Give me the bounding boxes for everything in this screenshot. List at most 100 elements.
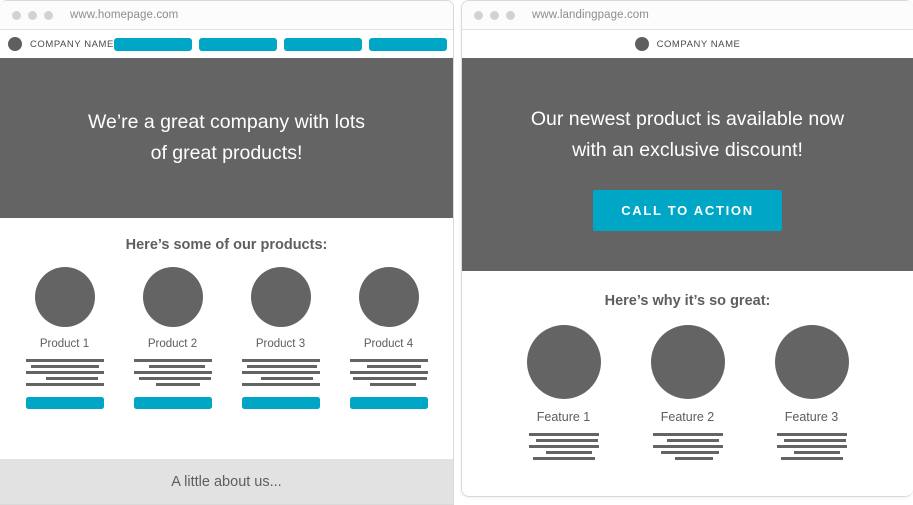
placeholder-text-line (241, 383, 320, 386)
placeholder-text-line (133, 371, 212, 374)
product-image-placeholder (250, 267, 311, 327)
product-card: Product 4 (349, 267, 428, 409)
traffic-light-dot-minimize-icon[interactable] (490, 10, 499, 20)
hero-headline-line-2-landing: with an exclusive discount! (572, 139, 803, 161)
placeholder-text-line (783, 439, 846, 442)
placeholder-text-line (652, 445, 723, 448)
placeholder-text-line (369, 383, 416, 386)
placeholder-text-line (349, 359, 428, 362)
placeholder-text-line (666, 439, 719, 442)
placeholder-text-line (652, 433, 723, 436)
feature-title: Feature 3 (784, 410, 839, 424)
product-cta-button[interactable] (241, 397, 320, 409)
products-section-heading: Here’s some of our products: (125, 237, 328, 253)
product-cta-button[interactable] (349, 397, 428, 409)
placeholder-text-lines (349, 359, 428, 389)
nav-item-2[interactable] (198, 37, 277, 51)
feature-title: Feature 1 (536, 410, 591, 424)
browser-window-landingpage: www.landingpage.com COMPANY NAME Our new… (461, 0, 913, 497)
placeholder-text-line (674, 457, 713, 460)
placeholder-text-line (545, 451, 592, 454)
product-title: Product 2 (147, 338, 198, 350)
product-cta-button[interactable] (25, 397, 104, 409)
feature-card: Feature 1 (526, 325, 601, 463)
browser-chrome-bar-landing: www.landingpage.com (462, 1, 913, 30)
placeholder-text-line (349, 371, 428, 374)
placeholder-text-lines (25, 359, 104, 389)
placeholder-text-line (776, 445, 847, 448)
address-bar-url-landing[interactable]: www.landingpage.com (532, 9, 649, 21)
product-card: Product 1 (25, 267, 104, 409)
nav-item-4[interactable] (368, 37, 447, 51)
placeholder-text-line (260, 377, 313, 380)
placeholder-text-line (45, 377, 98, 380)
placeholder-text-line (528, 445, 599, 448)
hero-headline-line-1: We’re a great company with lots (87, 111, 366, 133)
hero-headline-line-1-landing: Our newest product is available now (530, 108, 845, 130)
site-navbar-homepage: COMPANY NAME (0, 30, 453, 58)
call-to-action-button[interactable]: CALL TO ACTION (593, 190, 782, 231)
hero-banner-landingpage: Our newest product is available now with… (462, 58, 913, 271)
features-grid: Feature 1 Feature 2 Feature 3 (462, 325, 913, 463)
company-name-label: COMPANY NAME (30, 38, 114, 50)
products-grid: Product 1 Product 2 Product 3 Product 4 (0, 267, 453, 409)
primary-nav (113, 37, 447, 51)
product-image-placeholder (142, 267, 203, 327)
browser-window-homepage: www.homepage.com COMPANY NAME We’re a gr… (0, 0, 454, 505)
feature-title: Feature 2 (660, 410, 715, 424)
company-logo-icon (8, 37, 22, 51)
placeholder-text-line (246, 365, 317, 368)
traffic-light-dot-maximize-icon[interactable] (44, 10, 53, 20)
placeholder-text-lines (652, 433, 723, 463)
product-cta-button[interactable] (133, 397, 212, 409)
placeholder-text-line (528, 433, 599, 436)
placeholder-text-line (532, 457, 595, 460)
placeholder-text-line (25, 371, 104, 374)
address-bar-url[interactable]: www.homepage.com (70, 9, 178, 21)
placeholder-text-line (25, 383, 104, 386)
placeholder-text-line (352, 377, 427, 380)
about-us-footer-label: A little about us... (171, 473, 282, 490)
placeholder-text-line (793, 451, 840, 454)
feature-image-placeholder (526, 325, 601, 399)
placeholder-text-line (241, 371, 320, 374)
placeholder-text-line (776, 433, 847, 436)
placeholder-text-line (241, 359, 320, 362)
placeholder-text-line (25, 359, 104, 362)
company-logo-icon (634, 37, 649, 51)
brand-logo-group-landing[interactable]: COMPANY NAME (634, 37, 741, 51)
product-card: Product 2 (133, 267, 212, 409)
placeholder-text-lines (133, 359, 212, 389)
placeholder-text-line (133, 359, 212, 362)
traffic-light-dot-minimize-icon[interactable] (28, 10, 37, 20)
product-title: Product 1 (39, 338, 90, 350)
placeholder-text-line (30, 365, 99, 368)
brand-logo-group[interactable]: COMPANY NAME (8, 37, 114, 51)
placeholder-text-line (660, 451, 719, 454)
placeholder-text-lines (776, 433, 847, 463)
nav-item-3[interactable] (283, 37, 362, 51)
product-title: Product 4 (363, 338, 414, 350)
traffic-light-dot-close-icon[interactable] (12, 10, 21, 20)
feature-card: Feature 3 (774, 325, 849, 463)
hero-banner-homepage: We’re a great company with lots of great… (0, 58, 453, 218)
placeholder-text-line (535, 439, 598, 442)
about-us-footer-band[interactable]: A little about us... (0, 459, 453, 504)
browser-chrome-bar: www.homepage.com (0, 1, 453, 30)
traffic-light-dot-close-icon[interactable] (474, 10, 483, 20)
product-image-placeholder (34, 267, 95, 327)
feature-image-placeholder (774, 325, 849, 399)
product-title: Product 3 (255, 338, 306, 350)
feature-card: Feature 2 (650, 325, 725, 463)
company-name-label-landing: COMPANY NAME (656, 38, 741, 50)
site-navbar-landingpage: COMPANY NAME (462, 30, 913, 58)
nav-item-1[interactable] (113, 37, 192, 51)
placeholder-text-line (780, 457, 843, 460)
features-section-heading: Here’s why it’s so great: (604, 293, 771, 309)
placeholder-text-line (155, 383, 200, 386)
traffic-light-dot-maximize-icon[interactable] (506, 10, 515, 20)
hero-headline-line-2: of great products! (150, 142, 303, 164)
placeholder-text-line (148, 365, 205, 368)
placeholder-text-lines (241, 359, 320, 389)
product-card: Product 3 (241, 267, 320, 409)
